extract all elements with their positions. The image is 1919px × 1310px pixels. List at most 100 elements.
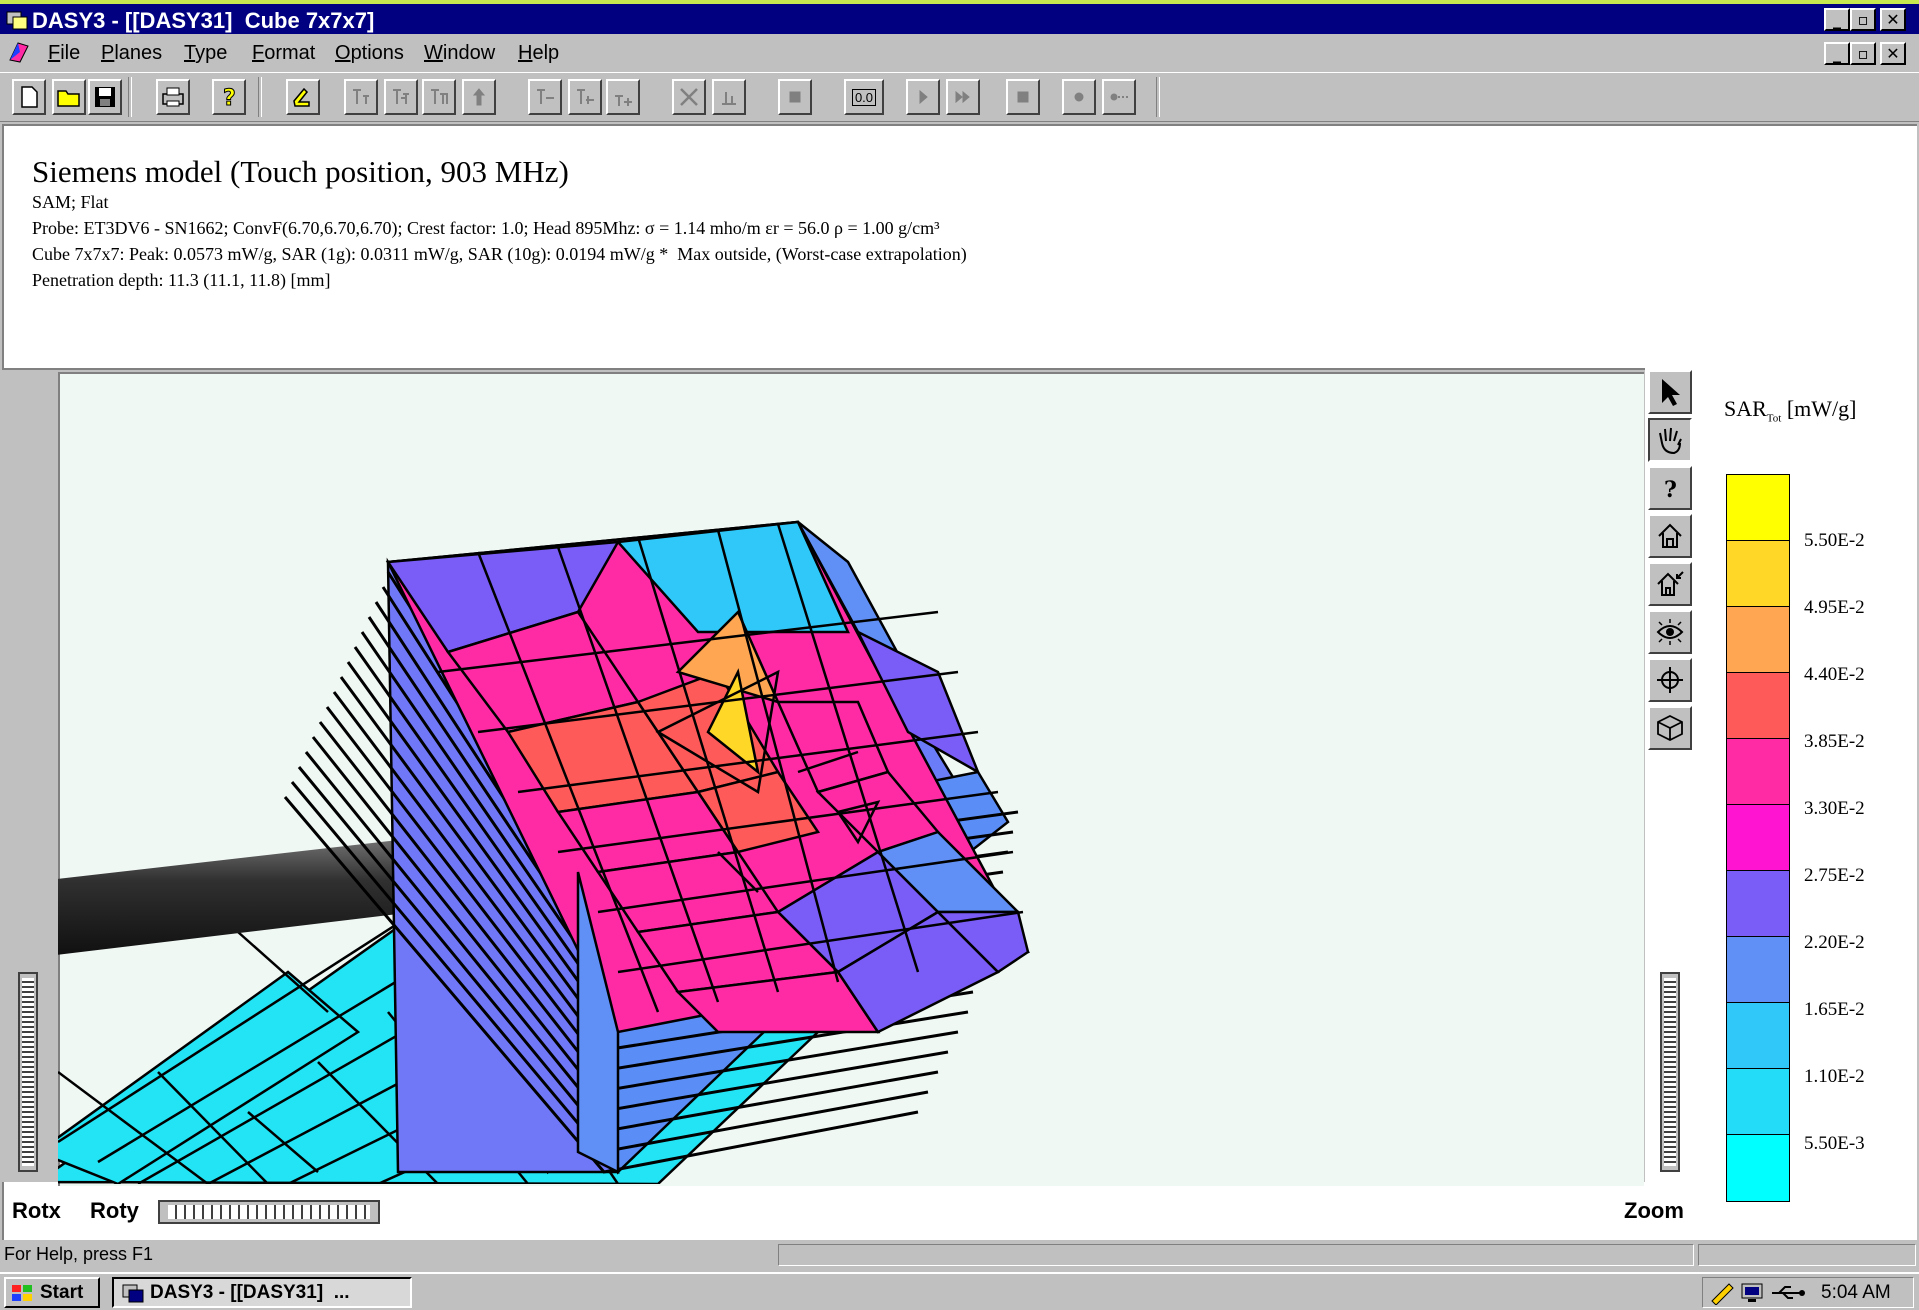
move-up-button[interactable] (462, 79, 496, 115)
legend-swatch (1727, 805, 1789, 871)
plane-3-button[interactable] (606, 79, 640, 115)
value-display-button[interactable]: 0.0 (844, 79, 884, 115)
document-icon[interactable] (6, 40, 32, 64)
start-button[interactable]: Start (4, 1277, 100, 1308)
legend-swatch (1727, 1069, 1789, 1135)
menu-help[interactable]: Help (518, 42, 559, 65)
legend-label: 1.10E-2 (1804, 1066, 1865, 1087)
svg-text:?: ? (1664, 477, 1677, 501)
set-home-icon (1657, 571, 1684, 596)
question-icon: ? (1664, 477, 1677, 501)
status-pane (1698, 1244, 1916, 1266)
plane-top-icon (537, 89, 554, 104)
new-file-icon (21, 86, 38, 108)
scan-zoom-button[interactable] (384, 79, 418, 115)
sar-3d-scene[interactable] (58, 372, 1644, 1184)
menu-format[interactable]: Format (252, 42, 315, 65)
query-tool-button[interactable]: ? (1648, 466, 1692, 510)
plane-2-button[interactable] (568, 79, 602, 115)
legend-swatch (1727, 1003, 1789, 1069)
probe-button[interactable] (286, 79, 320, 115)
menu-options[interactable]: Options (335, 42, 404, 65)
plane-1-button[interactable] (528, 79, 562, 115)
legend-swatch (1727, 475, 1789, 541)
step-button[interactable] (1102, 79, 1136, 115)
fast-forward-icon (955, 90, 970, 104)
arrow-up-icon (472, 88, 486, 106)
zoom-wheel[interactable] (1660, 972, 1680, 1172)
legend-label: 2.20E-2 (1804, 932, 1865, 953)
clock: 5:04 AM (1821, 1282, 1891, 1303)
new-file-button[interactable] (12, 79, 46, 115)
legend-swatch (1727, 1135, 1789, 1201)
minimize-button[interactable]: _ (1824, 8, 1850, 31)
roty-wheel[interactable] (158, 1200, 380, 1224)
legend-swatch (1727, 937, 1789, 1003)
start-label: Start (40, 1281, 84, 1303)
scan-area-button[interactable] (344, 79, 378, 115)
folder-open-icon (57, 90, 80, 107)
toolbar-separator (128, 77, 132, 117)
maximize-button[interactable]: ▫ (1850, 8, 1876, 31)
legend-label: 2.75E-2 (1804, 865, 1865, 886)
step-icon (1110, 93, 1128, 101)
legend-swatch (1727, 739, 1789, 805)
print-button[interactable] (156, 79, 190, 115)
doc-minimize-button[interactable]: _ (1824, 42, 1850, 65)
tools-button[interactable] (672, 79, 706, 115)
doc-restore-button[interactable]: ▫ (1850, 42, 1876, 65)
play-icon (919, 89, 928, 105)
printer-icon (162, 87, 184, 107)
plane-bottom-icon (615, 95, 632, 106)
probe-line: Probe: ET3DV6 - SN1662; ConvF(6.70,6.70,… (32, 218, 940, 238)
tray-pencil-icon[interactable] (1709, 1281, 1737, 1305)
view-all-button[interactable] (1648, 610, 1692, 654)
crosshair-icon (1657, 667, 1683, 693)
open-file-button[interactable] (52, 79, 86, 115)
toolbar-separator (1156, 77, 1160, 117)
projection-button[interactable] (1648, 706, 1692, 750)
set-home-button[interactable] (1648, 562, 1692, 606)
color-legend-bar (1726, 474, 1790, 1202)
legend-swatch (1727, 673, 1789, 739)
stop-run-button[interactable] (1006, 79, 1040, 115)
measure-button[interactable] (712, 79, 746, 115)
legend-label: 5.50E-3 (1804, 1133, 1865, 1154)
stop-square-icon (1017, 91, 1029, 103)
save-button[interactable] (88, 79, 122, 115)
help-button[interactable]: ? (212, 79, 246, 115)
svg-text:?: ? (223, 86, 236, 109)
rotx-wheel[interactable] (18, 972, 38, 1172)
close-button[interactable]: ✕ (1880, 8, 1906, 31)
doc-close-button[interactable]: ✕ (1880, 42, 1906, 65)
tray-monitor-icon[interactable] (1739, 1281, 1767, 1305)
roty-label: Roty (90, 1198, 139, 1223)
pan-tool-button[interactable] (1648, 418, 1692, 462)
home-icon (1658, 523, 1682, 548)
zoom-label: Zoom (1624, 1198, 1684, 1223)
legend-label: 4.40E-2 (1804, 664, 1865, 685)
probe-arm-icon (293, 87, 310, 107)
home-view-button[interactable] (1648, 514, 1692, 558)
seek-button[interactable] (1648, 658, 1692, 702)
fast-forward-button[interactable] (946, 79, 980, 115)
title-bar[interactable]: DASY3 - [[DASY31] Cube 7x7x7] _ ▫ ✕ (0, 0, 1919, 34)
play-button[interactable] (906, 79, 940, 115)
tray-usb-icon[interactable] (1769, 1283, 1809, 1303)
select-tool-button[interactable] (1648, 370, 1692, 414)
menu-planes[interactable]: Planes (101, 42, 162, 65)
menu-file[interactable]: File (48, 42, 80, 65)
legend-swatch (1727, 541, 1789, 607)
legend-title: SARTot [mW/g] (1724, 396, 1857, 425)
record-button[interactable] (1062, 79, 1096, 115)
menu-type[interactable]: Type (184, 42, 227, 65)
eye-icon (1656, 619, 1684, 645)
menu-window[interactable]: Window (424, 42, 495, 65)
scan-cube-button[interactable] (422, 79, 456, 115)
status-pane (778, 1244, 1694, 1266)
toolbar: ? 0.0 (0, 72, 1919, 122)
plane-mid-icon (577, 89, 594, 104)
dasy3-task-button[interactable]: DASY3 - [[DASY31] ... (112, 1277, 412, 1308)
system-tray: 5:04 AM (1702, 1277, 1914, 1308)
stop-button[interactable] (778, 79, 812, 115)
